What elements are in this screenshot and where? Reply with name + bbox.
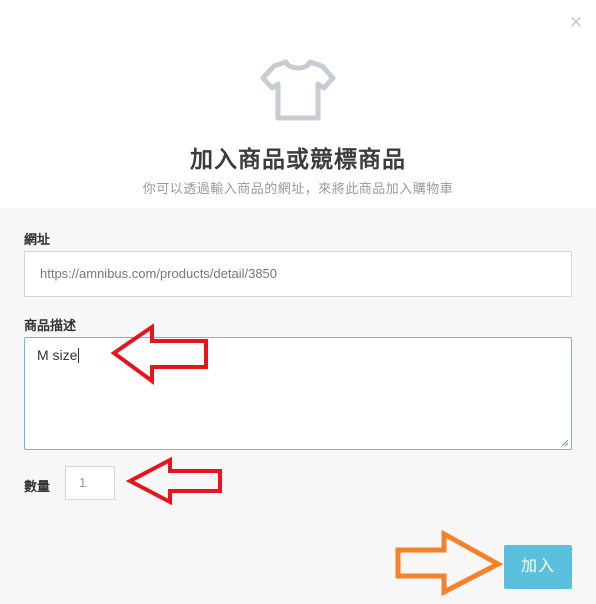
quantity-label: 數量 xyxy=(24,479,51,494)
resize-grip-icon[interactable] xyxy=(561,439,569,447)
add-item-dialog: 加入商品或競標商品 你可以透過輸入商品的網址，來將此商品加入購物車 × 網址 h… xyxy=(0,0,596,604)
tshirt-icon xyxy=(260,59,336,121)
dialog-title: 加入商品或競標商品 xyxy=(190,146,406,172)
dialog-subtitle: 你可以透過輸入商品的網址，來將此商品加入購物車 xyxy=(142,181,454,196)
text-caret xyxy=(78,348,80,363)
dialog-header: 加入商品或競標商品 你可以透過輸入商品的網址，來將此商品加入購物車 xyxy=(0,0,596,208)
description-textarea[interactable]: M size xyxy=(24,337,572,450)
add-button[interactable]: 加入 xyxy=(504,545,572,589)
description-label: 商品描述 xyxy=(24,318,77,333)
quantity-input[interactable]: 1 xyxy=(65,466,115,500)
url-label: 網址 xyxy=(24,232,51,247)
orange-arrow-right-icon xyxy=(395,529,504,597)
red-arrow-left-icon xyxy=(126,456,222,506)
red-arrow-left-icon xyxy=(110,323,208,385)
url-input[interactable]: https://amnibus.com/products/detail/3850 xyxy=(24,251,572,297)
description-text: M size xyxy=(37,347,78,363)
close-icon[interactable]: × xyxy=(568,14,584,31)
